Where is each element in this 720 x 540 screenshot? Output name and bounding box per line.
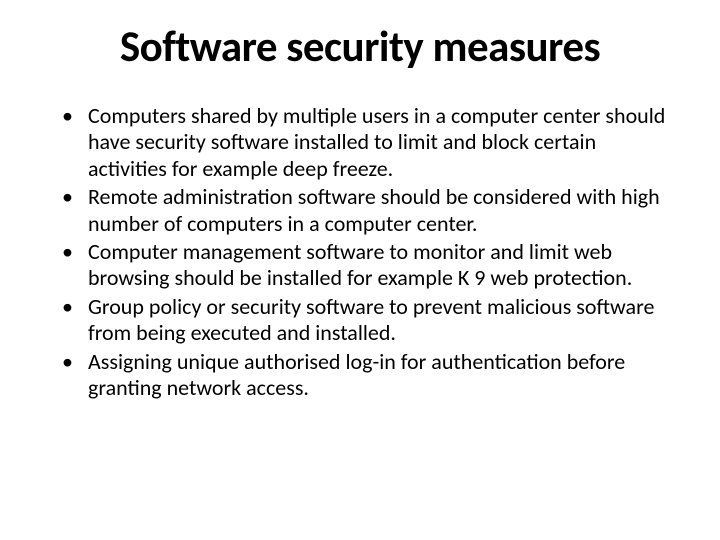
list-item: Group policy or security software to pre… [78, 294, 670, 347]
list-item: Computer management software to monitor … [78, 239, 670, 292]
slide-title: Software security measures [50, 20, 670, 73]
bullet-list: Computers shared by multiple users in a … [50, 103, 670, 401]
list-item: Computers shared by multiple users in a … [78, 103, 670, 182]
list-item: Assigning unique authorised log-in for a… [78, 349, 670, 402]
list-item: Remote administration software should be… [78, 184, 670, 237]
